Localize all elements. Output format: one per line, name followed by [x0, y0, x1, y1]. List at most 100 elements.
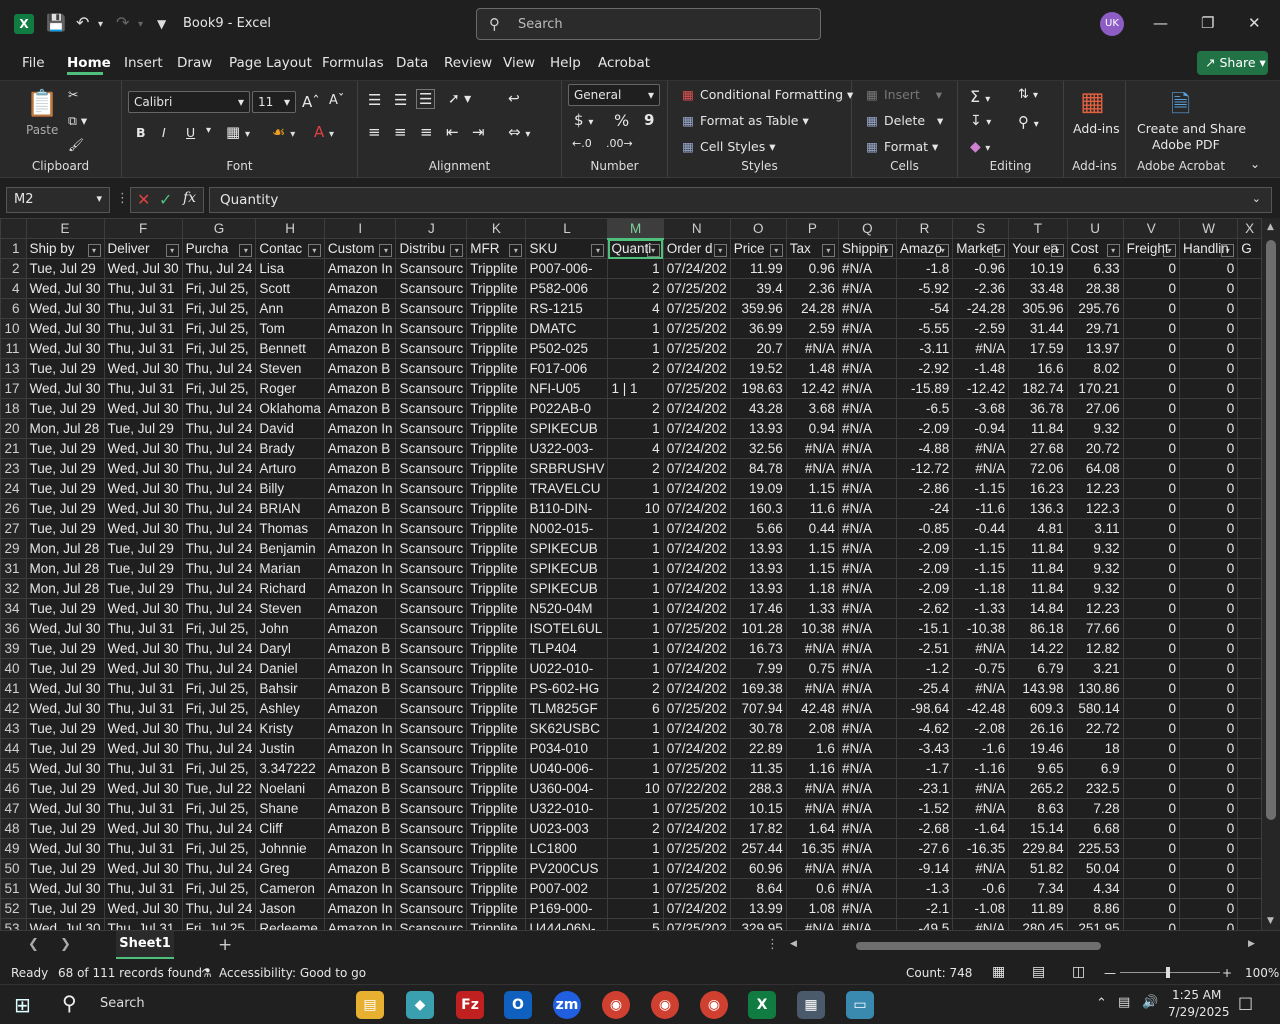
column-header[interactable]: O — [729, 218, 787, 239]
table-cell[interactable]: 6.68 — [1066, 818, 1124, 839]
currency-button[interactable]: $ ▾ — [574, 111, 593, 129]
table-cell[interactable]: #N/A — [837, 538, 897, 559]
table-cell[interactable]: Redeeme — [255, 918, 325, 930]
table-cell[interactable]: -1.48 — [952, 358, 1010, 379]
table-cell[interactable]: Tripplite — [466, 578, 527, 599]
table-cell[interactable] — [1237, 738, 1262, 759]
table-cell[interactable]: David — [255, 418, 325, 439]
table-cell[interactable]: 15.14 — [1008, 818, 1068, 839]
table-cell[interactable]: Steven — [255, 598, 325, 619]
table-cell[interactable]: 1 — [607, 878, 664, 899]
table-cell[interactable]: Thu, Jul 24 — [181, 638, 257, 659]
table-cell[interactable]: Thu, Jul 31 — [103, 838, 183, 859]
table-cell[interactable]: 1 — [607, 538, 664, 559]
table-cell[interactable]: Tripplite — [466, 398, 527, 419]
table-cell[interactable]: 0 — [1178, 758, 1239, 779]
table-cell[interactable]: 0 — [1178, 638, 1239, 659]
table-cell[interactable]: #N/A — [837, 658, 897, 679]
table-cell[interactable]: Amazon — [323, 278, 397, 299]
table-cell[interactable]: 07/25/202 — [662, 758, 731, 779]
table-cell[interactable]: 51.82 — [1008, 858, 1068, 879]
table-cell[interactable]: 28.38 — [1066, 278, 1124, 299]
add-sheet-button[interactable]: + — [218, 935, 232, 955]
table-cell[interactable]: 7.28 — [1066, 798, 1124, 819]
table-cell[interactable]: 43.28 — [729, 398, 787, 419]
row-header[interactable]: 2 — [0, 258, 27, 279]
table-cell[interactable]: BRIAN — [255, 498, 325, 519]
row-header[interactable]: 32 — [0, 578, 27, 599]
table-cell[interactable]: 4.81 — [1008, 518, 1068, 539]
table-cell[interactable]: 1 — [607, 858, 664, 879]
tab-data[interactable]: Data — [396, 55, 428, 71]
table-cell[interactable]: Amazon B — [323, 358, 397, 379]
table-cell[interactable]: -2.1 — [895, 898, 954, 919]
table-cell[interactable]: 1.08 — [785, 898, 839, 919]
table-cell[interactable] — [1237, 418, 1262, 439]
table-cell[interactable]: Amazon In — [323, 898, 397, 919]
table-cell[interactable]: Scansourc — [395, 698, 468, 719]
table-cell[interactable]: 13.93 — [729, 418, 787, 439]
table-cell[interactable]: 0 — [1122, 618, 1181, 639]
table-cell[interactable]: #N/A — [837, 418, 897, 439]
table-cell[interactable]: 1 | 1 — [607, 378, 664, 399]
zoom-slider-thumb[interactable] — [1166, 967, 1170, 978]
table-cell[interactable]: 0 — [1178, 818, 1239, 839]
font-size-select[interactable]: 11 ▾ — [252, 91, 296, 113]
table-cell[interactable]: 13.93 — [729, 538, 787, 559]
table-cell[interactable]: -1.2 — [895, 658, 954, 679]
table-cell[interactable]: Lisa — [255, 258, 325, 279]
table-cell[interactable]: 198.63 — [729, 378, 787, 399]
column-header[interactable]: K — [466, 218, 527, 239]
font-color-icon[interactable]: A ▾ — [314, 123, 334, 141]
table-cell[interactable]: -4.62 — [895, 718, 954, 739]
tab-formulas[interactable]: Formulas — [322, 55, 384, 71]
table-cell[interactable]: -0.44 — [952, 518, 1010, 539]
column-header[interactable]: J — [395, 218, 468, 239]
table-cell[interactable]: 60.96 — [729, 858, 787, 879]
column-header[interactable]: I — [323, 218, 397, 239]
table-cell[interactable]: Scansourc — [395, 758, 468, 779]
table-cell[interactable]: #N/A — [785, 778, 839, 799]
row-header[interactable]: 13 — [0, 358, 27, 379]
create-share-pdf-button[interactable]: Create and Share — [1137, 121, 1246, 136]
table-cell[interactable] — [1237, 798, 1262, 819]
decrease-font-icon[interactable]: Aˇ — [329, 93, 344, 108]
table-cell[interactable]: 0.6 — [785, 878, 839, 899]
table-cell[interactable]: N520-04M — [525, 598, 609, 619]
table-cell[interactable]: U322-003- — [525, 438, 609, 459]
table-cell[interactable]: 07/24/202 — [662, 858, 731, 879]
table-cell[interactable]: 07/25/202 — [662, 338, 731, 359]
table-cell[interactable] — [1237, 758, 1262, 779]
table-cell[interactable]: 2 — [607, 278, 664, 299]
table-cell[interactable]: Scansourc — [395, 618, 468, 639]
row-header[interactable]: 46 — [0, 778, 27, 799]
table-cell[interactable]: -24.28 — [952, 298, 1010, 319]
redo-icon[interactable]: ↷ — [116, 13, 129, 32]
row-header[interactable]: 50 — [0, 858, 27, 879]
table-cell[interactable]: Thu, Jul 31 — [103, 758, 183, 779]
table-cell[interactable]: Scansourc — [395, 638, 468, 659]
table-cell[interactable]: Fri, Jul 25, — [181, 378, 257, 399]
table-cell[interactable]: #N/A — [785, 678, 839, 699]
table-cell[interactable]: 07/24/202 — [662, 738, 731, 759]
next-sheet-icon[interactable]: ❯ — [60, 937, 71, 952]
table-cell[interactable]: 280.45 — [1008, 918, 1068, 930]
filter-header-cell[interactable]: ▾ Handlin — [1178, 238, 1239, 259]
table-cell[interactable]: 16.73 — [729, 638, 787, 659]
table-cell[interactable]: 07/25/202 — [662, 278, 731, 299]
table-cell[interactable]: 11.84 — [1008, 578, 1068, 599]
table-cell[interactable]: 0 — [1122, 658, 1181, 679]
column-header[interactable]: T — [1008, 218, 1068, 239]
orientation-icon[interactable]: ➚ ▾ — [448, 91, 471, 107]
table-cell[interactable]: SPIKECUB — [525, 578, 609, 599]
format-cells-button[interactable]: ▦ Format ▾ — [864, 139, 938, 154]
app-icon[interactable]: ◆ — [406, 991, 434, 1019]
table-cell[interactable]: Thu, Jul 24 — [181, 718, 257, 739]
format-as-table-button[interactable]: ▦ Format as Table ▾ — [680, 113, 809, 128]
table-cell[interactable]: #N/A — [837, 838, 897, 859]
tab-help[interactable]: Help — [550, 55, 581, 71]
filter-header-cell[interactable]: ▾ Amazo — [895, 238, 954, 259]
table-cell[interactable]: #N/A — [785, 858, 839, 879]
table-cell[interactable]: NFI-U05 — [525, 378, 609, 399]
table-cell[interactable]: -4.88 — [895, 438, 954, 459]
